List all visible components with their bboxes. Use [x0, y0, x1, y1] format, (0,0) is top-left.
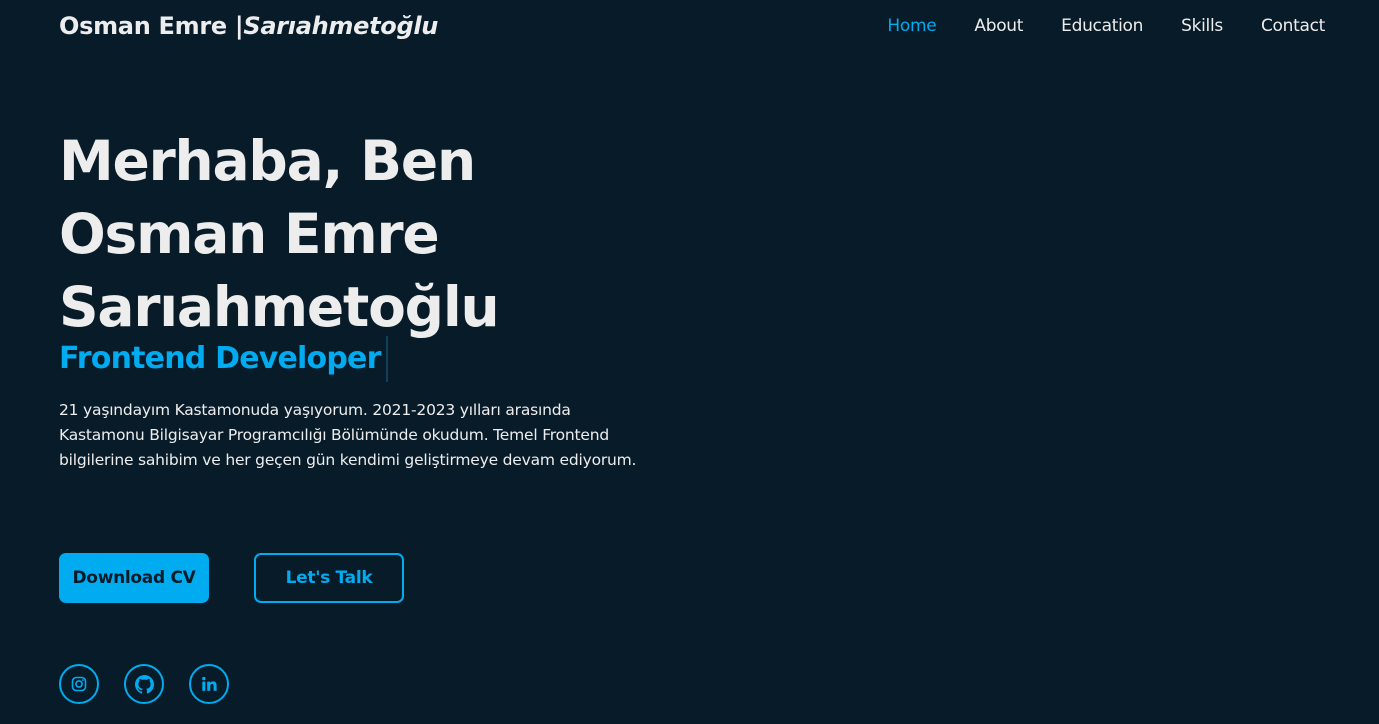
- github-link[interactable]: [124, 664, 164, 704]
- hero-description: 21 yaşındayım Kastamonuda yaşıyorum. 202…: [59, 401, 637, 469]
- hero-role: Frontend Developer: [59, 336, 388, 382]
- logo-surname: Sarıahmetoğlu: [243, 12, 439, 40]
- social-links: [59, 664, 254, 704]
- hero-title-line-1: Merhaba, Ben: [59, 129, 476, 193]
- download-cv-button[interactable]: Download CV: [59, 553, 209, 603]
- nav-skills[interactable]: Skills: [1181, 16, 1223, 36]
- main-nav: Home About Education Skills Contact: [849, 16, 1325, 36]
- logo[interactable]: Osman Emre |Sarıahmetoğlu: [59, 12, 438, 40]
- site-header: Osman Emre |Sarıahmetoğlu Home About Edu…: [0, 0, 1379, 52]
- hero-title: Merhaba, Ben Osman Emre Sarıahmetoğlu: [59, 125, 679, 344]
- hero-title-line-2: Osman Emre: [59, 202, 440, 266]
- hero-buttons: Download CV Let's Talk: [59, 553, 404, 603]
- hero-section: Merhaba, Ben Osman Emre Sarıahmetoğlu Fr…: [59, 125, 679, 473]
- github-icon: [134, 674, 154, 694]
- lets-talk-button[interactable]: Let's Talk: [254, 553, 404, 603]
- hero-title-line-3: Sarıahmetoğlu: [59, 275, 500, 339]
- instagram-icon: [71, 676, 87, 692]
- instagram-link[interactable]: [59, 664, 99, 704]
- linkedin-icon: [202, 676, 217, 691]
- nav-home[interactable]: Home: [887, 16, 936, 36]
- nav-contact[interactable]: Contact: [1261, 16, 1325, 36]
- nav-education[interactable]: Education: [1061, 16, 1143, 36]
- nav-about[interactable]: About: [974, 16, 1023, 36]
- linkedin-link[interactable]: [189, 664, 229, 704]
- logo-name: Osman Emre |: [59, 12, 244, 40]
